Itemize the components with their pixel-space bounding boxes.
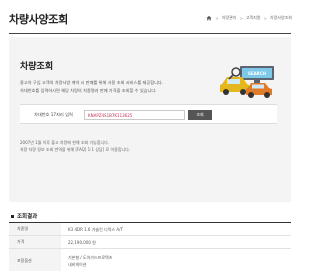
row-label: 가격: [9, 236, 61, 248]
search-panel-description: 중고차 구입 고객의 차량사양 계약 시 판매를 위해 사용 조회 서비스를 제…: [20, 79, 235, 94]
search-notice: 2007년 1월 이후 출고 차량에 한해 조회 가능합니다. 차량 차량 정보…: [20, 139, 250, 153]
search-panel-heading: 차량조회: [20, 62, 54, 72]
breadcrumb: > 차량관리 > 고객지원 > 차량사양조회: [206, 15, 292, 21]
illustration-label: SEARCH: [248, 71, 266, 76]
description-line: 차대번호를 입력하시면 해당 차량의 차종명과 판매 가격을 조회할 수 있습니…: [20, 87, 157, 93]
results-title: 조회결과: [11, 212, 37, 220]
row-value: 22,190,000 원: [61, 236, 291, 248]
results-table: 차종명 K3 4DR 1.6 가솔린 디럭스 A/T 가격 22,190,000…: [9, 223, 291, 271]
row-value-text: 내비게이션: [68, 261, 87, 267]
breadcrumb-separator: >: [263, 15, 267, 21]
page-title: 차량사양조회: [9, 13, 68, 26]
table-row: 차종명 K3 4DR 1.6 가솔린 디럭스 A/T: [9, 223, 291, 236]
table-row: 포함옵션 기본형 / 도어가드프로텍츠 내비게이션: [9, 249, 291, 271]
vin-field-label: 차대번호 17자리 입력: [34, 112, 73, 117]
vin-input[interactable]: [84, 110, 185, 120]
table-row: 가격 22,190,000 원: [9, 236, 291, 249]
row-value: K3 4DR 1.6 가솔린 디럭스 A/T: [61, 223, 291, 235]
row-value: 기본형 / 도어가드프로텍츠 내비게이션: [61, 249, 291, 271]
row-value-text: 22,190,000 원: [68, 239, 96, 245]
description-line: 중고차 구입 고객의 차량사양 계약 시 판매를 위해 사용 조회 서비스를 제…: [20, 80, 164, 85]
vin-search-row: 차대번호 17자리 입력 조회: [20, 104, 277, 124]
car-search-illustration: SEARCH: [220, 66, 274, 98]
breadcrumb-item-current: 차량사양조회: [269, 15, 292, 20]
breadcrumb-item[interactable]: 차량관리: [222, 15, 237, 21]
notice-line: 차량 차량 정보 조회 번역을 위해 [FAQ] 1:1 상담] 로 이용합니다…: [20, 147, 131, 152]
row-label: 포함옵션: [9, 249, 61, 271]
search-button[interactable]: 조회: [188, 110, 212, 120]
row-value-text: 기본형 / 도어가드프로텍츠: [68, 254, 113, 260]
results-title-text: 조회결과: [17, 214, 38, 220]
title-divider: [9, 33, 291, 34]
row-value-text: K3 4DR 1.6 가솔린 디럭스 A/T: [68, 226, 123, 232]
breadcrumb-separator: >: [239, 15, 243, 21]
row-label: 차종명: [9, 223, 61, 235]
breadcrumb-item[interactable]: 고객지원: [246, 15, 261, 21]
home-icon[interactable]: [206, 15, 212, 21]
breadcrumb-separator: >: [215, 15, 219, 21]
results-bullet: [11, 214, 14, 218]
notice-line: 2007년 1월 이후 출고 차량에 한해 조회 가능합니다.: [20, 140, 110, 145]
